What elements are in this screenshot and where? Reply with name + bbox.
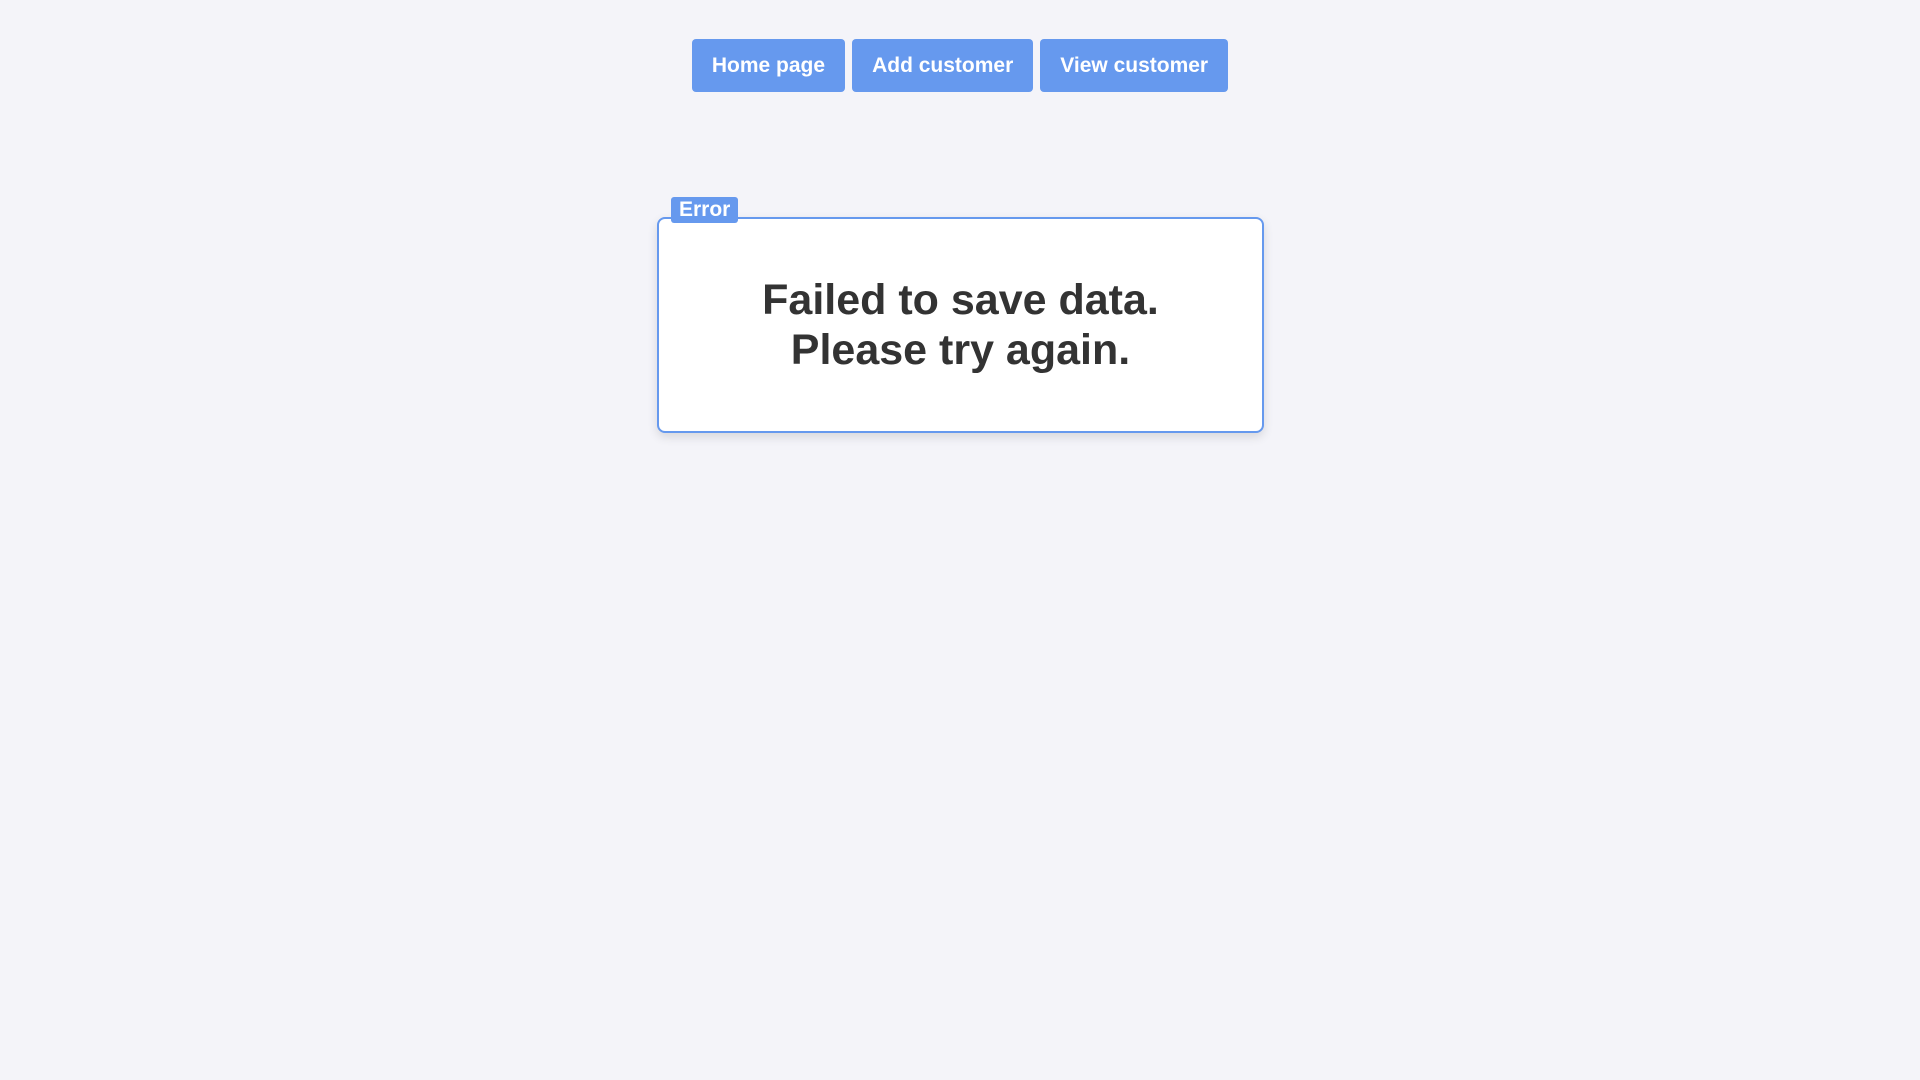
add-customer-button[interactable]: Add customer: [852, 39, 1034, 92]
error-message-line-1: Failed to save data.: [762, 276, 1159, 324]
error-message: Failed to save data. Please try again.: [762, 275, 1159, 375]
error-panel: Failed to save data. Please try again.: [657, 217, 1264, 433]
error-legend: Error: [671, 197, 739, 223]
top-navigation: Home page Add customer View customer: [0, 39, 1920, 92]
view-customer-button[interactable]: View customer: [1040, 39, 1229, 92]
error-message-line-2: Please try again.: [790, 326, 1131, 374]
home-page-button[interactable]: Home page: [691, 39, 846, 92]
